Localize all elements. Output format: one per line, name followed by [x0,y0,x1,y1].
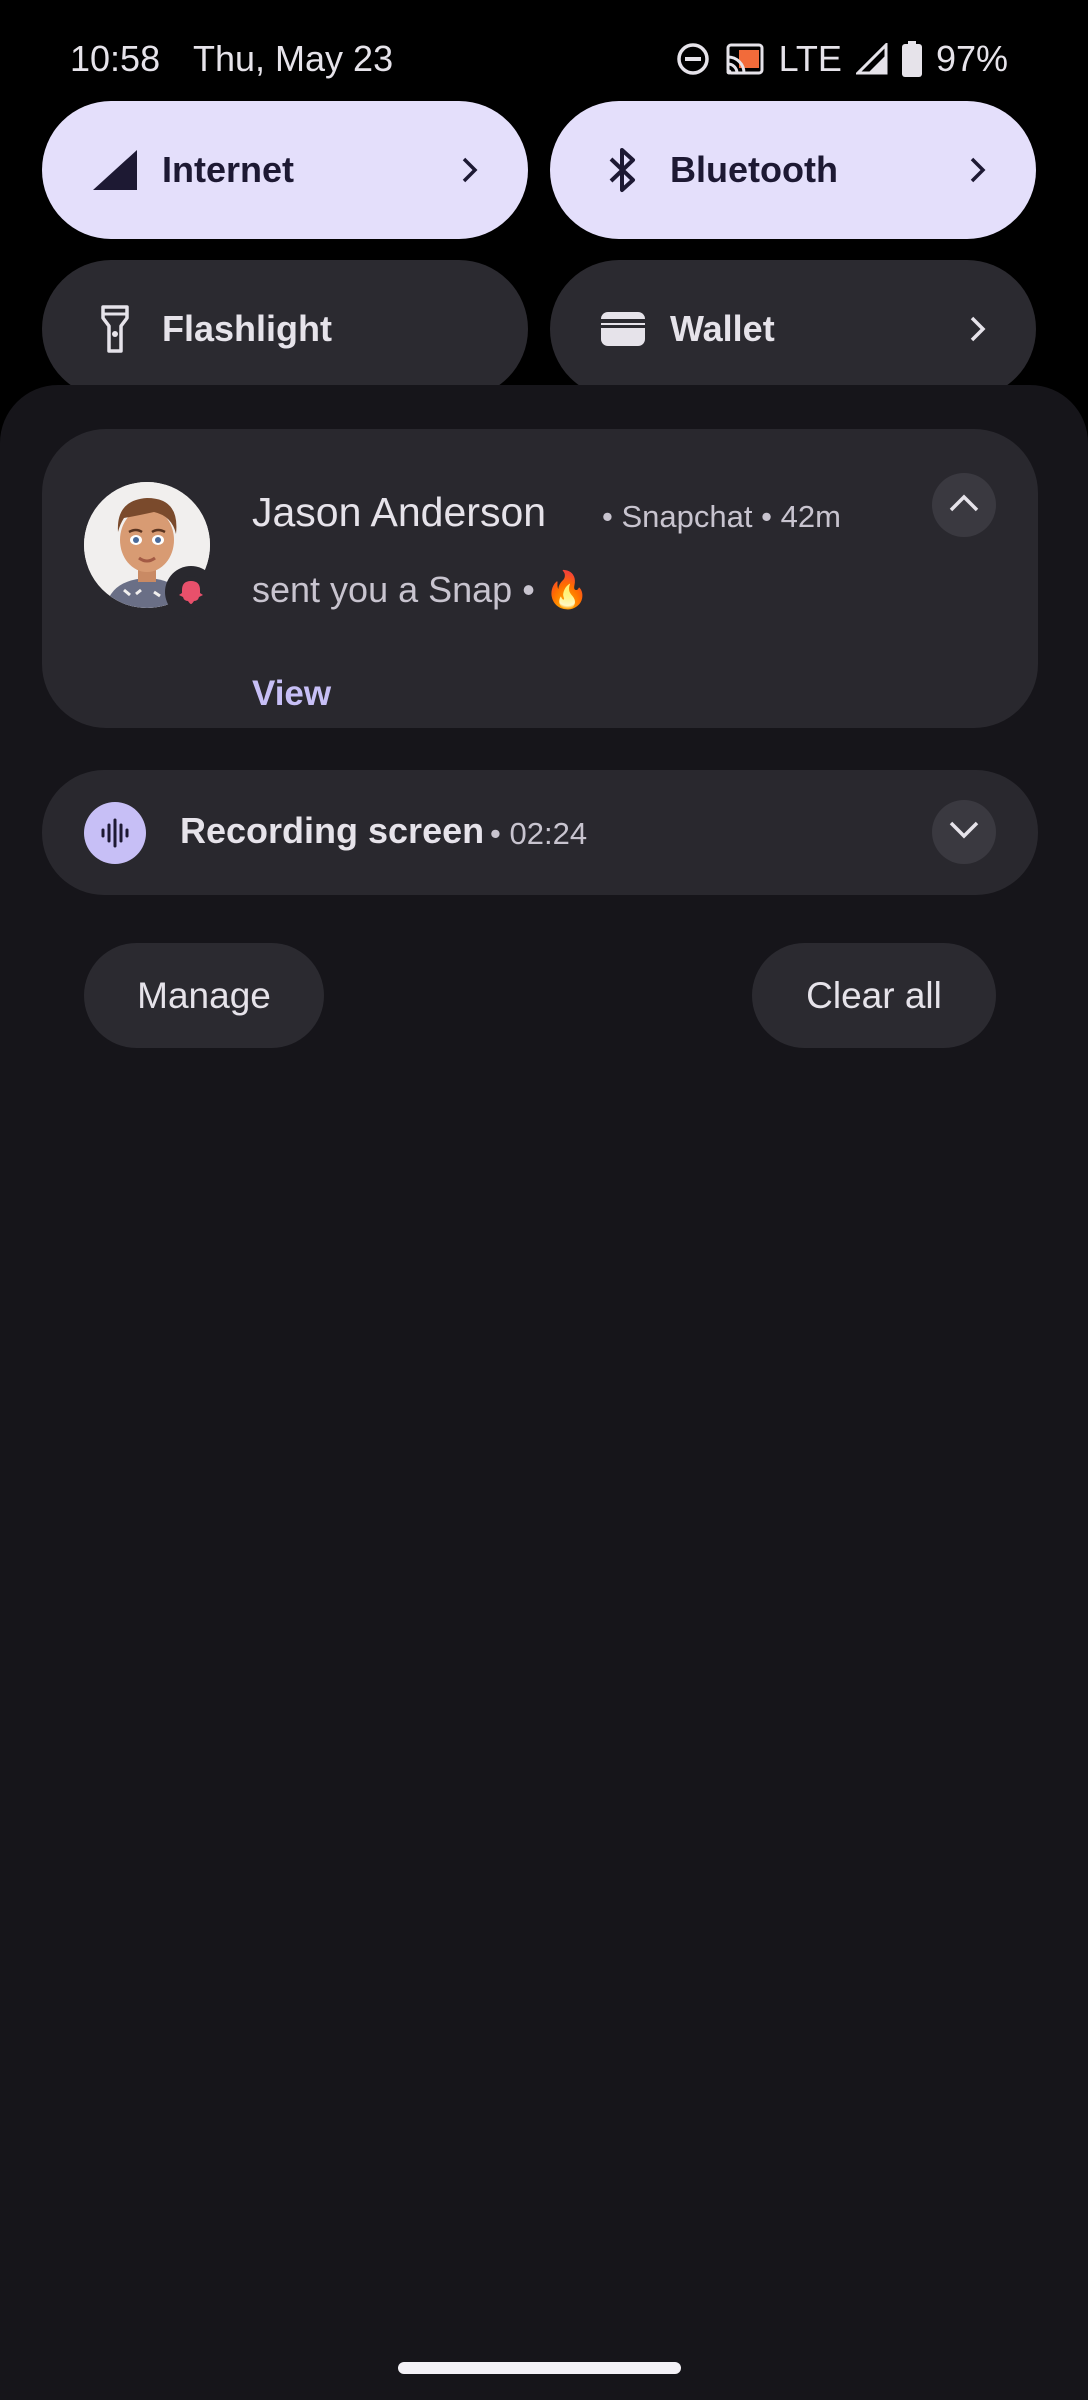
home-indicator[interactable] [398,2362,681,2374]
recording-meta: • 02:24 [490,816,587,852]
wallet-icon [596,302,650,356]
do-not-disturb-icon [675,41,711,77]
qs-tile-bluetooth[interactable]: Bluetooth [550,101,1036,239]
view-action-button[interactable]: View [252,674,331,714]
chevron-right-icon [456,156,484,184]
signal-icon [88,143,142,197]
recording-elapsed-time: 02:24 [509,816,588,851]
status-time: 10:58 [70,38,161,79]
qs-tile-internet[interactable]: Internet [42,101,528,239]
status-icons: LTE 97% [675,38,1008,80]
recording-title: Recording screen [180,810,485,851]
notification-message: sent you a Snap • 🔥 [252,569,590,610]
collapse-button[interactable] [932,473,996,537]
notification-card-recording[interactable]: Recording screen • 02:24 [42,770,1038,895]
meta-separator: • [490,816,501,851]
manage-button[interactable]: Manage [84,943,324,1048]
notification-card-snapchat[interactable]: Jason Anderson • Snapchat • 42m sent you… [42,429,1038,728]
signal-icon [855,43,888,75]
screen-recorder-icon [84,802,146,864]
chevron-right-icon [964,315,992,343]
qs-tile-label: Internet [162,149,295,190]
qs-tile-flashlight[interactable]: Flashlight [42,260,528,398]
expand-button[interactable] [932,800,996,864]
qs-tile-wallet[interactable]: Wallet [550,260,1036,398]
network-type-label: LTE [778,38,842,79]
battery-percent: 97% [935,38,1008,79]
chevron-up-icon [948,493,980,518]
notification-meta: • Snapchat • 42m [602,499,841,535]
clear-all-button[interactable]: Clear all [752,943,996,1048]
qs-tile-label: Bluetooth [670,149,838,190]
notification-time: 42m [780,499,841,534]
chevron-right-icon [964,156,992,184]
battery-icon [901,41,922,77]
snapchat-badge [165,566,217,618]
qs-tile-label: Flashlight [162,308,332,349]
notification-app-name: Snapchat [621,499,753,534]
bluetooth-icon [596,143,650,197]
notification-shade-screen: 10:58 Thu, May 23 LTE 97% Internet Bluet… [0,0,1088,2400]
qs-tile-label: Wallet [670,308,775,349]
flashlight-icon [88,302,142,356]
status-date: Thu, May 23 [193,38,394,79]
notification-sender: Jason Anderson [252,489,547,535]
meta-separator: • [761,499,772,534]
meta-separator: • [602,499,613,534]
cast-icon [725,42,765,76]
chevron-down-icon [948,820,980,845]
